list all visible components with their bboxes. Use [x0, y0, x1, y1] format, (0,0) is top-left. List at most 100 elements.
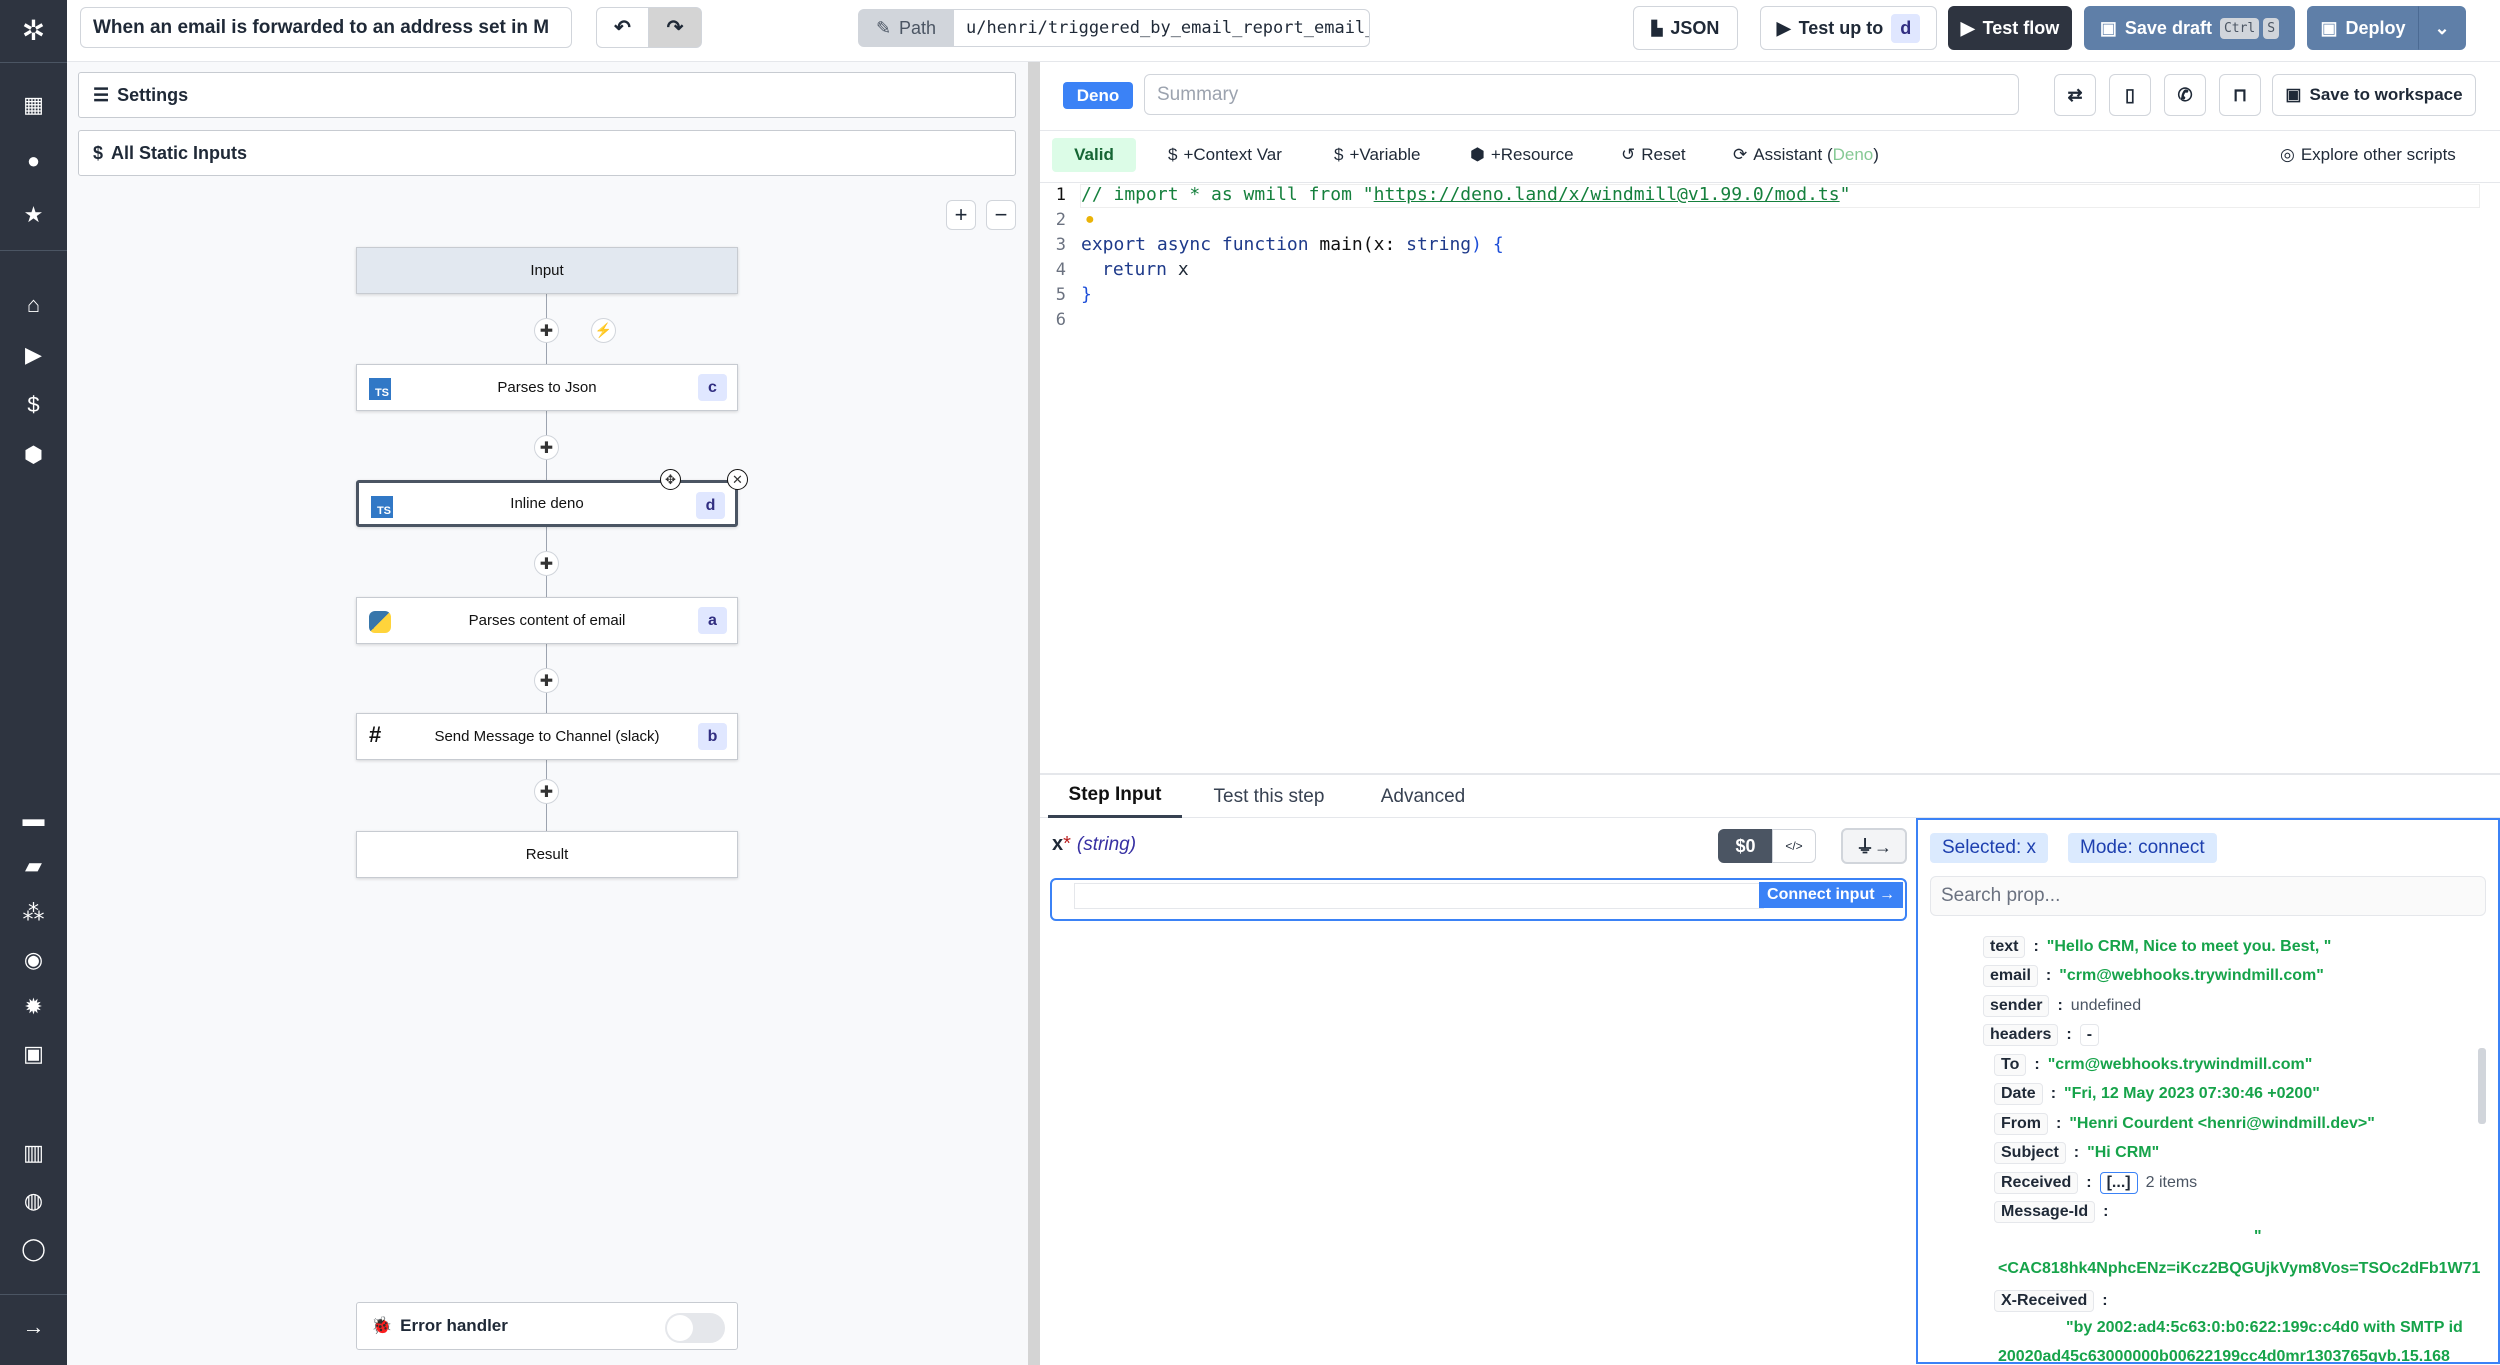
resources-cubes-icon[interactable]: ⬢: [0, 442, 67, 468]
user-icon[interactable]: ●: [0, 148, 67, 174]
discord-icon[interactable]: ◍: [0, 1188, 67, 1214]
error-handler-toggle[interactable]: [665, 1313, 725, 1343]
star-icon[interactable]: ★: [0, 202, 67, 228]
folders-icon[interactable]: ▰: [0, 853, 67, 879]
save-to-workspace-button[interactable]: ▣ Save to workspace: [2272, 74, 2476, 116]
flow-node[interactable]: Parses content of email a: [356, 597, 738, 644]
flow-node[interactable]: # Send Message to Channel (slack) b: [356, 713, 738, 760]
static-mode-button[interactable]: </>: [1772, 829, 1816, 863]
groups-icon[interactable]: ⁂: [0, 900, 67, 926]
trigger-bolt-button[interactable]: ⚡: [591, 318, 616, 343]
deploy-label: Deploy: [2345, 17, 2406, 38]
error-handler[interactable]: 🐞 Error handler: [356, 1302, 738, 1350]
mobile-preview-button[interactable]: ▯: [2109, 74, 2151, 116]
code-url-link[interactable]: https://deno.land/x/windmill@v1.99.0/mod…: [1374, 184, 1840, 205]
settings-gear-icon[interactable]: ✹: [0, 994, 67, 1020]
static-inputs-button[interactable]: $ All Static Inputs: [78, 130, 1016, 176]
windmill-logo-icon[interactable]: ✲: [0, 14, 67, 47]
save-draft-label: Save draft: [2124, 17, 2212, 38]
variable-button[interactable]: $ +Variable: [1334, 138, 1421, 172]
prop-row[interactable]: Subject: "Hi CRM": [1994, 1142, 2159, 1164]
add-step-button[interactable]: ✚: [534, 779, 559, 804]
flow-title-input[interactable]: When an email is forwarded to an address…: [80, 7, 572, 48]
add-step-button[interactable]: ✚: [534, 318, 559, 343]
code-type: string: [1406, 234, 1472, 255]
test-up-to-button[interactable]: ▶ Test up to d: [1760, 6, 1937, 50]
move-step-button[interactable]: ✥: [660, 469, 681, 490]
flow-node[interactable]: TS Parses to Json c: [356, 364, 738, 411]
schedules-calendar-icon[interactable]: ▬: [0, 806, 67, 832]
bed-button[interactable]: ⊓: [2219, 74, 2261, 116]
node-label: Input: [530, 262, 564, 279]
expand-arrow-icon[interactable]: →: [0, 1314, 67, 1340]
prop-row[interactable]: email: "crm@webhooks.trywindmill.com": [1983, 965, 2324, 987]
workspace-icon[interactable]: ▦: [0, 92, 67, 118]
flow-node-input[interactable]: Input: [356, 247, 738, 294]
assistant-button[interactable]: ⟳ Assistant (Deno): [1733, 138, 1879, 172]
flow-node-selected[interactable]: TS Inline deno d: [356, 480, 738, 527]
deploy-dropdown-button[interactable]: ⌄: [2418, 6, 2466, 50]
scrollbar[interactable]: [2478, 1048, 2486, 1124]
add-step-button[interactable]: ✚: [534, 668, 559, 693]
flow-node-result[interactable]: Result: [356, 831, 738, 878]
reset-button[interactable]: ↺ Reset: [1621, 138, 1686, 172]
path-input[interactable]: u/henri/triggered_by_email_report_email_: [953, 9, 1370, 47]
prop-row[interactable]: X-Received:: [1994, 1290, 2108, 1312]
expand-array-button[interactable]: [...]: [2099, 1172, 2138, 1194]
connect-input-button[interactable]: Connect input →: [1759, 882, 1903, 908]
prop-row[interactable]: Received: [...] 2 items: [1994, 1172, 2197, 1194]
arg-input[interactable]: [1074, 883, 1764, 909]
runs-play-icon[interactable]: ▶: [0, 342, 67, 368]
undo-button[interactable]: ↶: [596, 7, 649, 48]
plug-arrow-icon: ⏚→: [1856, 837, 1892, 857]
workers-robot-icon[interactable]: ▣: [0, 1041, 67, 1067]
json-button[interactable]: ▙ JSON: [1633, 6, 1738, 50]
test-flow-button[interactable]: ▶ Test flow: [1948, 6, 2072, 50]
sidebar-divider: [0, 62, 67, 63]
phone-incoming-button[interactable]: ✆: [2164, 74, 2206, 116]
explore-scripts-button[interactable]: ◎ Explore other scripts: [2280, 138, 2456, 172]
deploy-button[interactable]: ▣ Deploy: [2307, 6, 2419, 50]
lightbulb-icon[interactable]: ●: [1085, 211, 1095, 229]
prop-row[interactable]: sender: undefined: [1983, 995, 2141, 1017]
add-step-button[interactable]: ✚: [534, 435, 559, 460]
search-prop-input[interactable]: Search prop...: [1930, 876, 2486, 916]
summary-input[interactable]: Summary: [1144, 74, 2019, 115]
prop-row[interactable]: To: "crm@webhooks.trywindmill.com": [1994, 1054, 2312, 1076]
context-var-button[interactable]: $ +Context Var: [1168, 138, 1282, 172]
audit-eye-icon[interactable]: ◉: [0, 947, 67, 973]
delete-step-button[interactable]: ✕: [727, 469, 748, 490]
prop-row[interactable]: text: "Hello CRM, Nice to meet you. Best,…: [1983, 936, 2331, 958]
redo-button[interactable]: ↷: [648, 7, 702, 48]
prop-row[interactable]: Date: "Fri, 12 May 2023 07:30:46 +0200": [1994, 1083, 2320, 1105]
arg-input-field[interactable]: Connect input →: [1050, 878, 1907, 921]
pane-resize-handle[interactable]: [1028, 62, 1040, 1365]
javascript-mode-button[interactable]: $0: [1718, 829, 1773, 863]
code-text: ) {: [1471, 234, 1504, 255]
collapse-button[interactable]: -: [2079, 1024, 2100, 1046]
resource-button[interactable]: ⬢ +Resource: [1470, 138, 1574, 172]
variables-dollar-icon[interactable]: $: [0, 392, 67, 418]
prop-value: "crm@webhooks.trywindmill.com": [2059, 967, 2324, 984]
settings-button[interactable]: ☰ Settings: [78, 72, 1016, 118]
save-draft-button[interactable]: ▣ Save draft Ctrl S: [2084, 6, 2295, 50]
test-flow-label: Test flow: [1982, 17, 2060, 38]
docs-book-icon[interactable]: ▥: [0, 1140, 67, 1166]
tab-step-input[interactable]: Step Input: [1048, 775, 1182, 818]
prop-value: "by 2002:ad4:5c63:0:b0:622:199c:c4d0 wit…: [2066, 1319, 2463, 1336]
tab-advanced[interactable]: Advanced: [1360, 775, 1486, 818]
prop-row[interactable]: From: "Henri Courdent <henri@windmill.dev…: [1994, 1113, 2375, 1135]
swap-button[interactable]: ⇄: [2054, 74, 2096, 116]
prop-row[interactable]: headers: -: [1983, 1024, 2100, 1046]
code-editor[interactable]: [1040, 184, 2500, 773]
tab-test-step[interactable]: Test this step: [1196, 775, 1342, 818]
github-icon[interactable]: ◯: [0, 1236, 67, 1262]
zoom-out-button[interactable]: −: [986, 200, 1016, 230]
prop-value: "Fri, 12 May 2023 07:30:46 +0200": [2064, 1085, 2320, 1102]
assistant-lang: Deno: [1832, 145, 1874, 164]
connect-plug-button[interactable]: ⏚→: [1841, 828, 1907, 864]
add-step-button[interactable]: ✚: [534, 551, 559, 576]
prop-row[interactable]: Message-Id:: [1994, 1201, 2108, 1223]
zoom-in-button[interactable]: +: [946, 200, 976, 230]
home-icon[interactable]: ⌂: [0, 292, 67, 318]
